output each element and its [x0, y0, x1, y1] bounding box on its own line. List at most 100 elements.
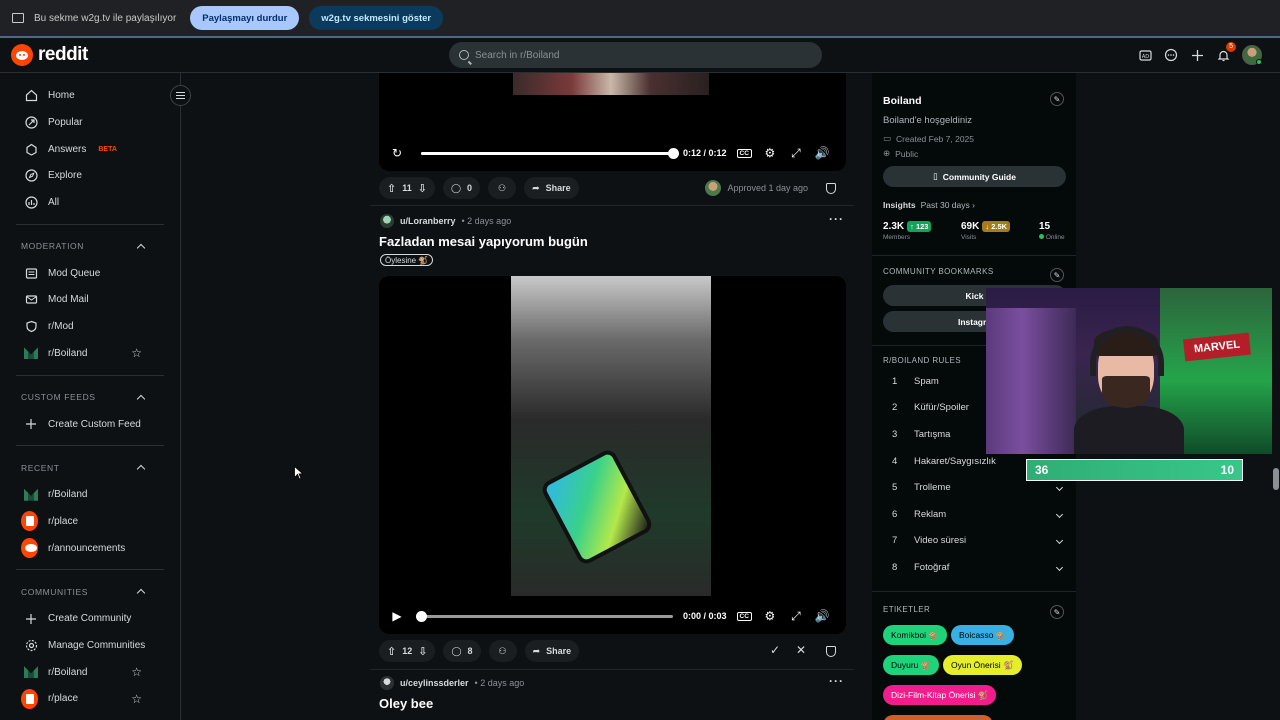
page-scrollbar[interactable] — [1272, 73, 1280, 720]
manage-communities-button[interactable]: Manage Communities — [0, 632, 180, 659]
collapse-sidebar-button[interactable] — [170, 85, 191, 106]
sidebar-item-all[interactable]: All — [0, 189, 180, 216]
post-author[interactable]: u/ceylinssderler — [400, 678, 469, 688]
share-button[interactable]: ➦ Share — [524, 640, 580, 662]
sidebar-item-r-mod[interactable]: r/Mod — [0, 313, 180, 340]
mod-shield-icon[interactable] — [826, 646, 836, 657]
user-avatar-small[interactable] — [380, 214, 394, 228]
post-title[interactable]: Oley bee — [379, 696, 433, 711]
comment-count: 0 — [467, 183, 473, 193]
search-bar[interactable] — [449, 42, 822, 68]
downvote-icon[interactable]: ⇩ — [418, 645, 427, 658]
rule-item[interactable]: 7 Video süresi — [892, 528, 1064, 555]
replay-icon[interactable]: ↻ — [389, 146, 405, 160]
rule-number: 4 — [892, 455, 898, 467]
post-author[interactable]: u/Loranberry — [400, 216, 456, 226]
upvote-icon[interactable]: ⇧ — [387, 182, 396, 195]
more-options-icon[interactable]: ··· — [829, 674, 844, 688]
star-icon[interactable]: ☆ — [131, 346, 142, 360]
custom-feeds-section-header[interactable]: CUSTOM FEEDS — [0, 384, 180, 411]
edit-pencil-icon[interactable]: ✎ — [1050, 268, 1064, 282]
comments-button[interactable]: ◯ 0 — [442, 177, 481, 199]
fullscreen-icon[interactable]: ⤢ — [788, 146, 804, 161]
progress-knob[interactable] — [416, 610, 427, 622]
downvote-icon[interactable]: ⇩ — [418, 182, 427, 195]
stop-sharing-button[interactable]: Paylaşmayı durdur — [190, 6, 300, 30]
create-custom-feed-button[interactable]: Create Custom Feed — [0, 411, 180, 438]
star-icon[interactable]: ☆ — [131, 665, 142, 679]
settings-gear-icon[interactable]: ⚙ — [762, 146, 778, 160]
comments-button[interactable]: ◯ 8 — [443, 640, 481, 662]
fullscreen-icon[interactable]: ⤢ — [788, 609, 804, 624]
sidebar-item-popular[interactable]: Popular — [0, 109, 180, 136]
edit-pencil-icon[interactable]: ✎ — [1050, 92, 1064, 106]
star-icon[interactable]: ☆ — [131, 692, 142, 706]
mod-shield-icon[interactable] — [826, 183, 836, 194]
notifications-bell-icon[interactable]: 5 — [1216, 42, 1236, 62]
scrollbar-thumb[interactable] — [1273, 468, 1279, 490]
recent-section-header[interactable]: RECENT — [0, 454, 180, 481]
visits-change: ↓ 2.5K — [982, 221, 1011, 232]
sidebar-item-label: Answers — [48, 143, 87, 155]
video-progress-bar[interactable] — [416, 610, 673, 622]
rule-item[interactable]: 6 Reklam — [892, 501, 1064, 528]
captions-icon[interactable]: CC — [736, 611, 752, 621]
settings-gear-icon[interactable]: ⚙ — [762, 609, 778, 623]
create-post-icon[interactable] — [1190, 48, 1204, 62]
sidebar-item-community-place[interactable]: r/place ☆ — [0, 686, 180, 713]
remove-x-icon[interactable]: ✕ — [796, 643, 806, 657]
sidebar-item-mod-mail[interactable]: Mod Mail — [0, 287, 180, 314]
communities-section-header[interactable]: COMMUNITIES — [0, 578, 180, 605]
sidebar-item-explore[interactable]: Explore — [0, 163, 180, 190]
user-avatar[interactable] — [1242, 45, 1262, 65]
progress-knob[interactable] — [668, 147, 679, 159]
play-icon[interactable]: ▶ — [389, 609, 405, 623]
sidebar-item-home[interactable]: Home — [0, 83, 180, 110]
sidebar-item-r-boiland-mod[interactable]: r/Boiland ☆ — [0, 340, 180, 367]
boiland-community-icon — [24, 665, 38, 679]
video-player[interactable]: ↻ 0:12 / 0:12 CC ⚙ ⤢ 🔊 — [379, 73, 846, 171]
chat-icon[interactable] — [1164, 48, 1178, 62]
approve-check-icon[interactable]: ✓ — [770, 643, 780, 657]
sidebar-item-answers[interactable]: Answers BETA — [0, 136, 180, 163]
sidebar-item-recent-boiland[interactable]: r/Boiland — [0, 481, 180, 508]
insights-header[interactable]: Insights Past 30 days › — [883, 200, 975, 210]
post-title[interactable]: Fazladan mesai yapıyorum bugün — [379, 234, 588, 249]
upvote-icon[interactable]: ⇧ — [387, 645, 396, 658]
sidebar-item-community-boiland[interactable]: r/Boiland ☆ — [0, 659, 180, 686]
share-button[interactable]: ➦ Share — [524, 177, 579, 199]
volume-icon[interactable]: 🔊 — [814, 609, 830, 623]
post-flair[interactable]: Öylesine 🐒 — [380, 254, 434, 266]
search-input[interactable] — [475, 49, 775, 61]
sidebar-item-recent-place[interactable]: r/place — [0, 508, 180, 535]
captions-icon[interactable]: CC — [736, 148, 752, 158]
award-button[interactable]: ⚇ — [488, 640, 517, 662]
more-options-icon[interactable]: ··· — [829, 212, 844, 226]
flair-tag[interactable]: Komikboi 🐒 — [883, 625, 947, 645]
community-guide-button[interactable]: ▯ Community Guide — [883, 166, 1066, 187]
moderation-section-header[interactable]: MODERATION — [0, 233, 180, 260]
sidebar-item-mod-queue[interactable]: Mod Queue — [0, 260, 180, 287]
flair-tag[interactable]: Boicasso 🐒 — [951, 625, 1015, 645]
video-progress-bar[interactable] — [421, 147, 679, 159]
volume-icon[interactable]: 🔊 — [814, 146, 830, 160]
stream-score-bar: 36 10 — [1026, 459, 1243, 481]
rule-item[interactable]: 8 Fotoğraf — [892, 554, 1064, 581]
user-avatar-small[interactable] — [380, 676, 394, 690]
award-button[interactable]: ⚇ — [488, 177, 517, 199]
video-player[interactable]: ▶ 0:00 / 0:03 CC ⚙ ⤢ 🔊 — [379, 276, 846, 634]
flair-tag[interactable]: Dizi-Film-Kitap Önerisi 🐒 — [883, 685, 997, 705]
reddit-logo[interactable]: reddit — [11, 44, 88, 66]
rule-number: 7 — [892, 535, 898, 547]
create-community-button[interactable]: Create Community — [0, 605, 180, 632]
online-dot — [1039, 234, 1044, 239]
ad-icon[interactable]: AD — [1138, 48, 1152, 62]
edit-pencil-icon[interactable]: ✎ — [1050, 605, 1064, 619]
flair-tag[interactable]: Oyun Önerisi 🐒 — [943, 655, 1022, 675]
home-icon — [24, 89, 38, 103]
beta-badge: BETA — [98, 145, 117, 153]
flair-tag[interactable]: Duyuru 🐒 — [883, 655, 940, 675]
members-change: ↑ 123 — [907, 221, 932, 232]
show-tab-button[interactable]: w2g.tv sekmesini göster — [309, 6, 444, 30]
sidebar-item-recent-announcements[interactable]: r/announcements — [0, 535, 180, 562]
